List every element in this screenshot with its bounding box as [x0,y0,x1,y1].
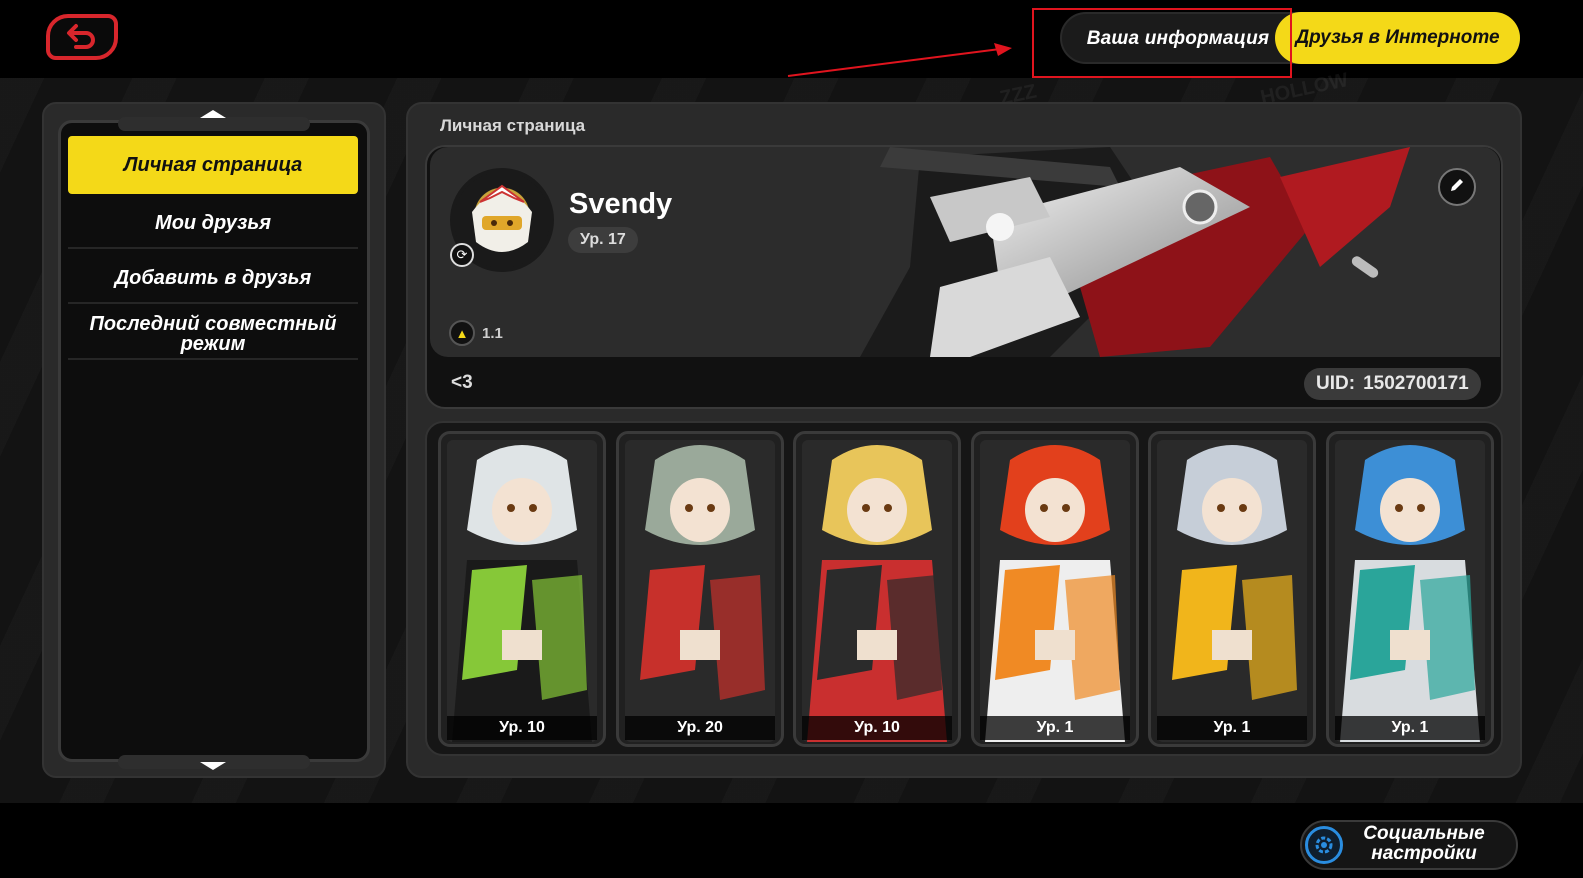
sidebar-item-last-coop[interactable]: Последний совместный режим [68,312,358,356]
character-card[interactable]: Ур. 1 [1148,431,1316,747]
menu-divider [68,358,358,360]
uid-display: UID: 1502700171 [1304,368,1481,400]
stat-value: 1.1 [482,325,503,342]
menu-divider [68,247,358,249]
character-card[interactable]: Ур. 1 [1326,431,1494,747]
tab-your-info[interactable]: Ваша информация [1072,16,1284,62]
character-portrait [980,440,1130,742]
character-portrait [802,440,952,742]
gear-icon [1305,826,1343,864]
social-settings-label[interactable]: Социальные настройки [1345,824,1503,864]
username: Svendy [569,188,673,220]
character-portrait [1335,440,1485,742]
menu-divider [68,302,358,304]
sidebar-item-add-friends[interactable]: Добавить в друзья [68,255,358,301]
banner-character-art [850,147,1500,357]
character-card[interactable]: Ур. 1 [971,431,1139,747]
annotation-arrow [787,43,1012,77]
pencil-icon [1448,176,1466,199]
character-level: Ур. 10 [447,716,597,740]
character-level: Ур. 1 [980,716,1130,740]
player-level-badge: Ур. 17 [568,227,638,253]
sidebar-item-my-friends[interactable]: Мои друзья [68,200,358,246]
edit-profile-button[interactable] [1438,168,1476,206]
character-card[interactable]: Ур. 10 [793,431,961,747]
sidebar-item-personal-page[interactable]: Личная страница [68,136,358,194]
refresh-icon[interactable]: ⟳ [450,243,474,267]
character-level: Ур. 10 [802,716,952,740]
character-card[interactable]: Ур. 20 [616,431,784,747]
character-level: Ур. 20 [625,716,775,740]
profile-signature: <3 [451,372,473,393]
character-level: Ур. 1 [1157,716,1307,740]
character-level: Ур. 1 [1335,716,1485,740]
character-portrait [447,440,597,742]
character-card[interactable]: Ур. 10 [438,431,606,747]
scroll-up-icon[interactable] [200,110,226,118]
uid-value: 1502700171 [1363,373,1469,394]
character-portrait [625,440,775,742]
back-arrow-icon [62,20,102,55]
page-title: Личная страница [440,116,586,135]
scroll-down-icon[interactable] [200,762,226,770]
uid-label: UID: [1316,373,1356,394]
character-portrait [1157,440,1307,742]
back-button[interactable] [46,14,118,60]
medal-icon: ▲ [449,320,475,346]
tab-online-friends[interactable]: Друзья в Интерноте [1275,12,1520,64]
scroll-up-cap [118,117,310,131]
